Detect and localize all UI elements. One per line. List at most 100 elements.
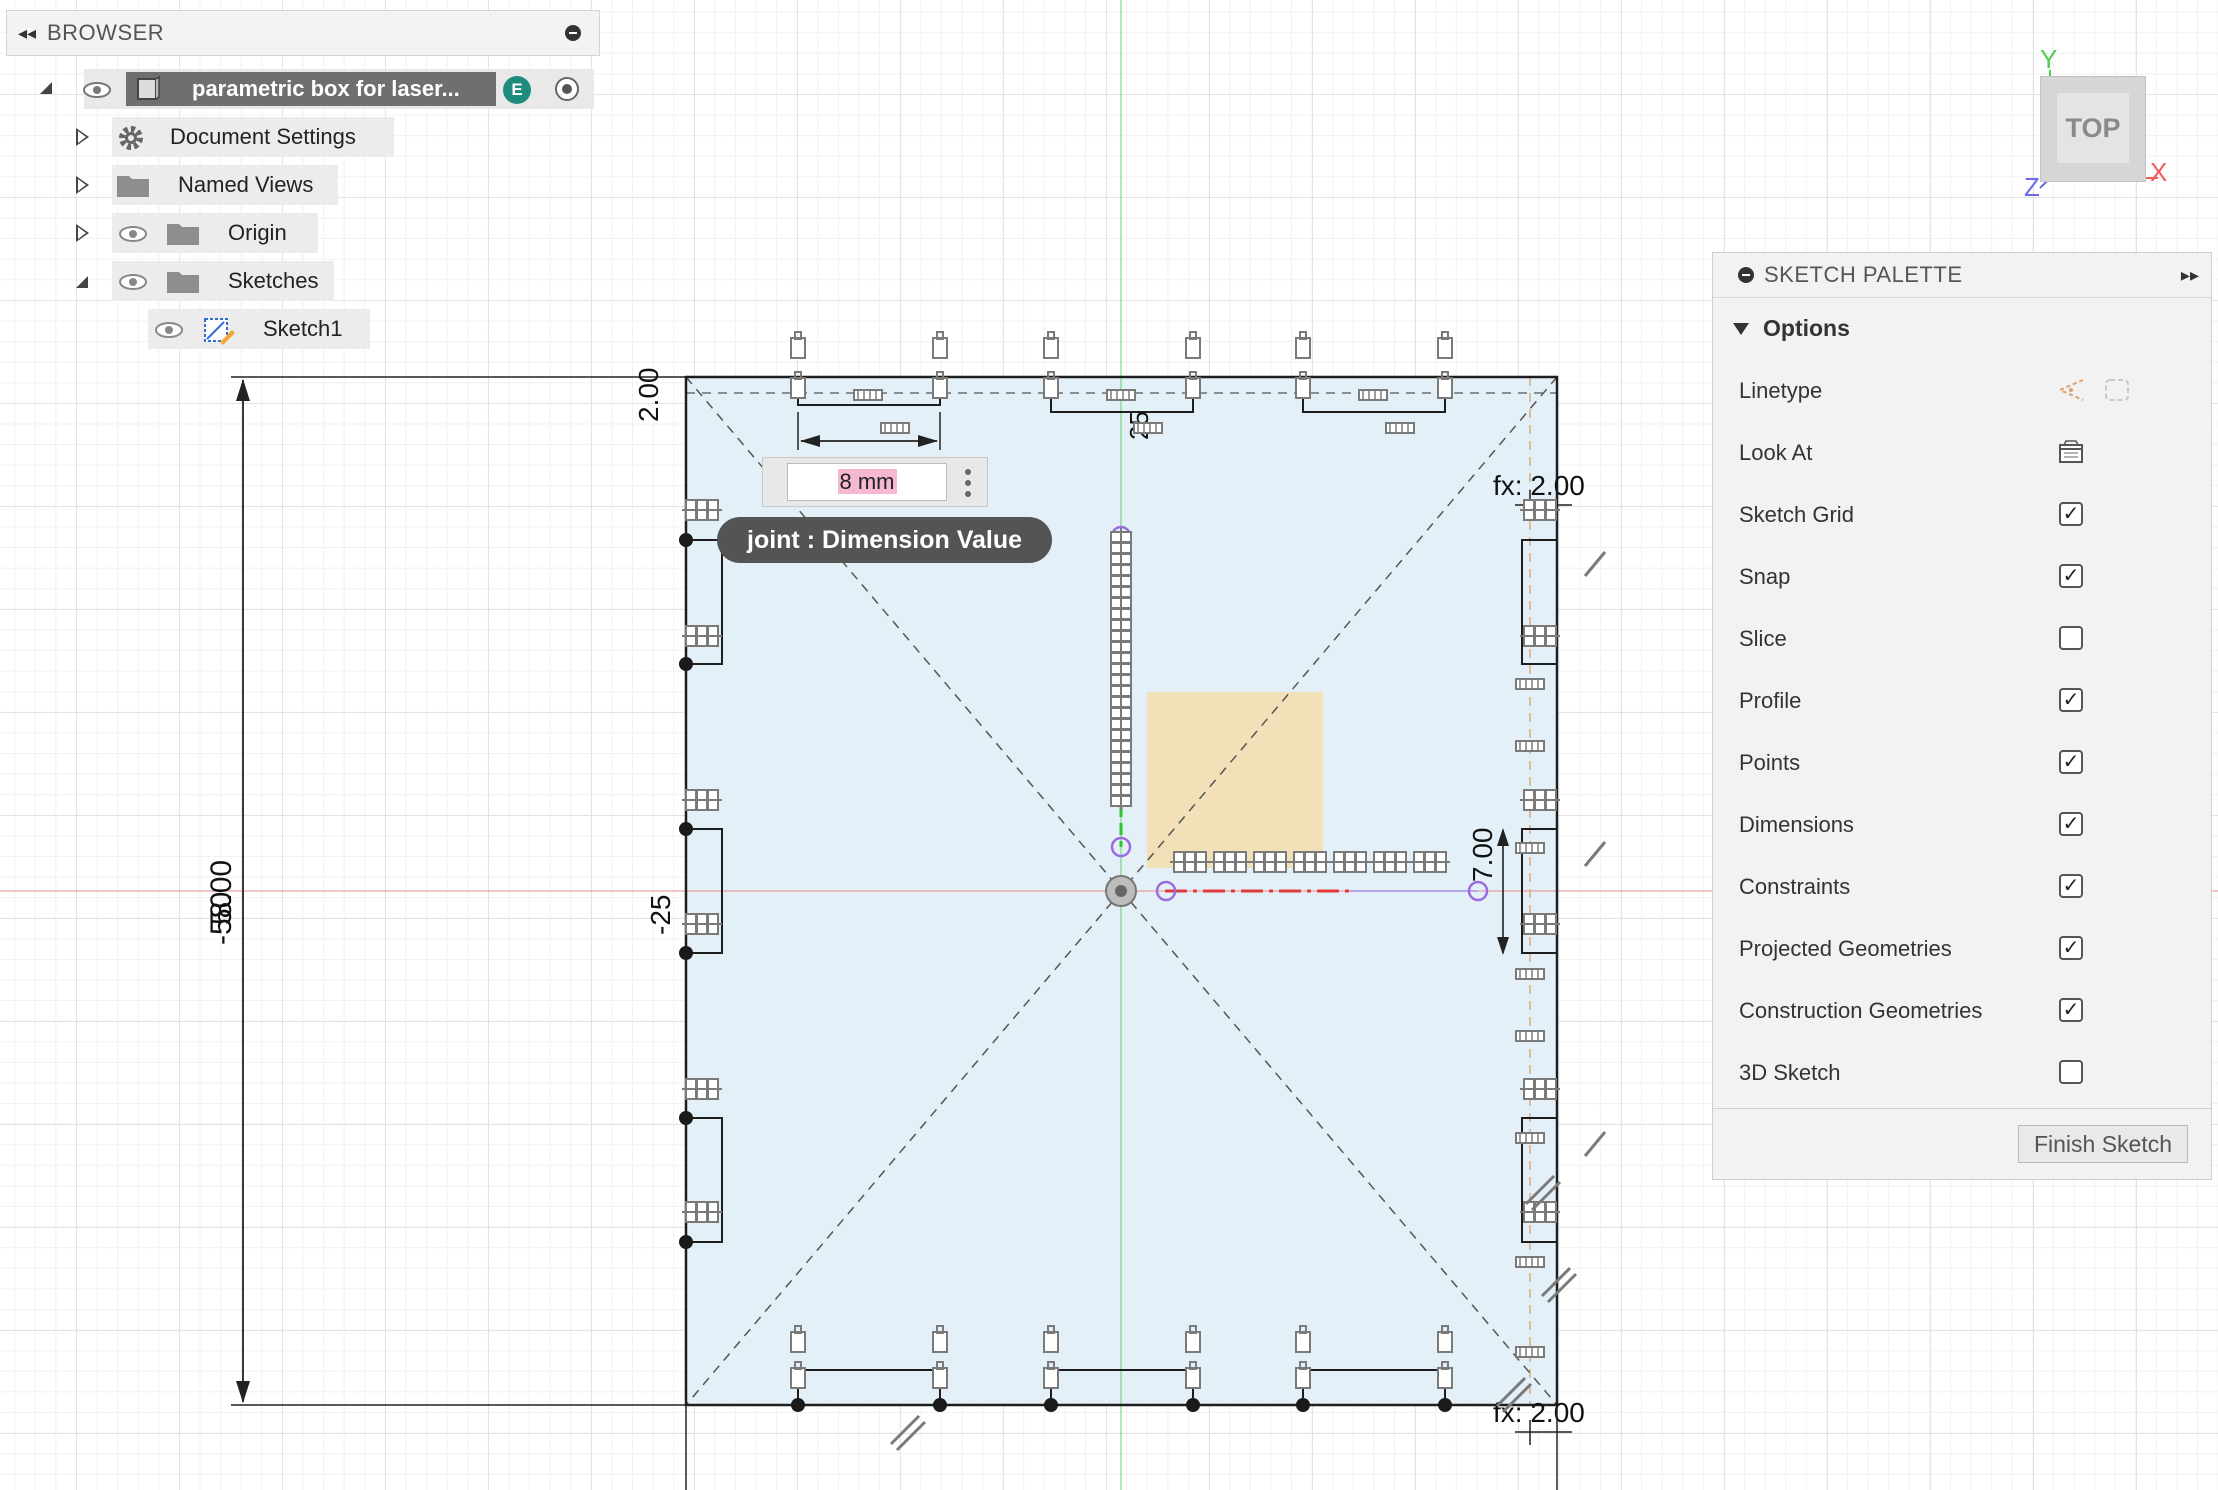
sketch-point[interactable] (679, 657, 693, 671)
look-at-icon[interactable] (2055, 436, 2087, 468)
collapse-palette-icon[interactable] (1738, 267, 1754, 283)
chain-constraint-icon[interactable] (1519, 499, 1561, 521)
sketch-point[interactable] (933, 1398, 947, 1412)
projected-geometries-checkbox[interactable]: ✓ (2059, 936, 2083, 960)
constraints-checkbox[interactable]: ✓ (2059, 874, 2083, 898)
sketch-point[interactable] (679, 822, 693, 836)
chain-constraint-icon[interactable] (1519, 913, 1561, 935)
activate-radio-icon[interactable] (555, 77, 579, 101)
visibility-eye-icon[interactable] (154, 321, 184, 339)
horizontal-constraint-icon[interactable] (1515, 1256, 1545, 1268)
horizontal-constraint-icon[interactable] (1385, 422, 1415, 434)
expand-origin-icon[interactable] (76, 224, 89, 242)
chain-constraint-icon[interactable] (1289, 851, 1331, 873)
sketch-point[interactable] (1044, 1398, 1058, 1412)
chain-constraint-icon[interactable] (1209, 851, 1251, 873)
option-sketch-grid: Sketch Grid ✓ (1739, 496, 2189, 536)
viewcube-top-face[interactable]: TOP (2057, 93, 2129, 163)
expand-root-icon[interactable] (40, 82, 52, 94)
parallel-constraint-icon[interactable] (889, 1414, 927, 1452)
slice-checkbox[interactable] (2059, 626, 2083, 650)
root-item-label[interactable]: parametric box for laser... (192, 76, 460, 102)
sketch-point[interactable] (679, 946, 693, 960)
horizontal-constraint-icon[interactable] (1133, 422, 1163, 434)
chain-constraint-icon[interactable] (1169, 851, 1211, 873)
sketch-grid-checkbox[interactable]: ✓ (2059, 502, 2083, 526)
chain-constraint-icon[interactable] (1519, 625, 1561, 647)
chain-constraint-icon[interactable] (1329, 851, 1371, 873)
collapse-sketches-icon[interactable] (76, 276, 88, 288)
chain-constraint-icon[interactable] (1249, 851, 1291, 873)
expand-document-settings-icon[interactable] (76, 128, 89, 146)
options-section-toggle[interactable]: Options (1733, 315, 1850, 342)
horizontal-constraint-icon[interactable] (853, 389, 883, 401)
chain-constraint-icon[interactable] (681, 1078, 723, 1100)
coincident-constraint-icon[interactable] (932, 331, 948, 359)
collapse-browser-icon[interactable]: ◂◂ (7, 23, 47, 44)
expand-palette-icon[interactable]: ▸▸ (2181, 265, 2199, 286)
chain-constraint-icon[interactable] (1369, 851, 1411, 873)
horizontal-constraint-icon[interactable] (1515, 1346, 1545, 1358)
more-options-icon[interactable] (965, 468, 971, 498)
horizontal-constraint-icon[interactable] (1515, 842, 1545, 854)
fx-top-label[interactable]: fx: 2.00 (1493, 470, 1585, 501)
profile-checkbox[interactable]: ✓ (2059, 688, 2083, 712)
coincident-constraint-icon[interactable] (1437, 331, 1453, 359)
horizontal-constraint-icon[interactable] (1515, 1030, 1545, 1042)
horizontal-constraint-icon[interactable] (1515, 968, 1545, 980)
perpendicular-constraint-icon[interactable] (1583, 1131, 1607, 1157)
edit-badge-icon[interactable]: E (503, 76, 531, 104)
perpendicular-constraint-icon[interactable] (1583, 551, 1607, 577)
fx-bottom-label[interactable]: fx: 2.00 (1493, 1397, 1585, 1428)
horizontal-constraint-icon[interactable] (1515, 740, 1545, 752)
pin-icon[interactable] (565, 25, 581, 41)
selected-region[interactable] (1147, 692, 1323, 868)
visibility-eye-icon[interactable] (82, 81, 112, 99)
chain-constraint-icon[interactable] (681, 913, 723, 935)
chain-constraint-icon[interactable] (681, 789, 723, 811)
folder-icon (167, 224, 199, 245)
chain-constraint-icon[interactable] (681, 625, 723, 647)
sketch-point[interactable] (1296, 1398, 1310, 1412)
sketch-point[interactable] (1438, 1398, 1452, 1412)
chain-constraint-icon[interactable] (1519, 1078, 1561, 1100)
construction-geometries-checkbox[interactable]: ✓ (2059, 998, 2083, 1022)
chain-constraint-icon[interactable] (1519, 1201, 1561, 1223)
sketch-point[interactable] (679, 533, 693, 547)
option-label: Projected Geometries (1739, 936, 1952, 961)
top-thickness-label[interactable]: 2.00 (633, 368, 664, 423)
expand-named-views-icon[interactable] (76, 176, 89, 194)
coincident-constraint-icon[interactable] (1185, 331, 1201, 359)
chain-constraint-icon[interactable] (681, 1201, 723, 1223)
sketch-point[interactable] (679, 1235, 693, 1249)
seven-label[interactable]: 7.00 (1467, 828, 1498, 883)
chain-constraint-icon[interactable] (1110, 769, 1132, 811)
visibility-eye-icon[interactable] (118, 273, 148, 291)
chain-constraint-icon[interactable] (681, 499, 723, 521)
perpendicular-constraint-icon[interactable] (1583, 841, 1607, 867)
horizontal-constraint-icon[interactable] (1515, 678, 1545, 690)
horizontal-constraint-icon[interactable] (880, 422, 910, 434)
sketch-point[interactable] (679, 1111, 693, 1125)
chain-constraint-icon[interactable] (1519, 789, 1561, 811)
sketch-point[interactable] (791, 1398, 805, 1412)
left-offset-label[interactable]: -25 (645, 895, 676, 935)
chain-constraint-icon[interactable] (1409, 851, 1451, 873)
points-checkbox[interactable]: ✓ (2059, 750, 2083, 774)
centerline-linetype-icon[interactable] (2101, 374, 2133, 406)
finish-sketch-button[interactable]: Finish Sketch (2018, 1125, 2188, 1163)
visibility-eye-icon[interactable] (118, 225, 148, 243)
3d-sketch-checkbox[interactable] (2059, 1060, 2083, 1084)
horizontal-constraint-icon[interactable] (1515, 1132, 1545, 1144)
coincident-constraint-icon[interactable] (1295, 331, 1311, 359)
viewcube[interactable]: TOP (2040, 76, 2146, 182)
snap-checkbox[interactable]: ✓ (2059, 564, 2083, 588)
sketch-point[interactable] (1186, 1398, 1200, 1412)
coincident-constraint-icon[interactable] (790, 331, 806, 359)
dimension-value-input[interactable]: 8 mm (787, 463, 947, 501)
dimensions-checkbox[interactable]: ✓ (2059, 812, 2083, 836)
horizontal-constraint-icon[interactable] (1106, 389, 1136, 401)
construction-linetype-icon[interactable] (2055, 374, 2087, 406)
coincident-constraint-icon[interactable] (1043, 331, 1059, 359)
horizontal-constraint-icon[interactable] (1358, 389, 1388, 401)
